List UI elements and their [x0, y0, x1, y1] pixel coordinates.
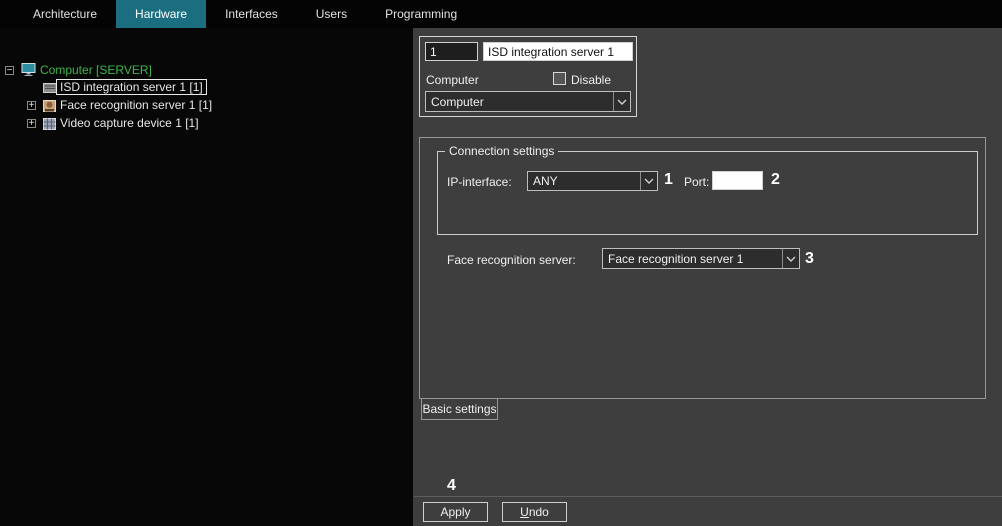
port-label: Port:: [684, 175, 709, 189]
ip-interface-label: IP-interface:: [447, 175, 512, 189]
tab-basic-settings[interactable]: Basic settings: [421, 398, 498, 420]
tab-architecture[interactable]: Architecture: [14, 0, 116, 28]
tree-expander-face-server[interactable]: +: [27, 101, 36, 110]
annotation-3: 3: [805, 250, 814, 268]
server-icon: [43, 81, 57, 99]
tab-hardware[interactable]: Hardware: [116, 0, 206, 28]
undo-button[interactable]: Undo: [502, 502, 567, 522]
tab-programming[interactable]: Programming: [366, 0, 476, 28]
annotation-4: 4: [447, 477, 456, 495]
app-window: Architecture Hardware Interfaces Users P…: [0, 0, 1002, 526]
face-recognition-server-label: Face recognition server:: [447, 253, 576, 267]
button-bar-divider: [414, 496, 1002, 497]
computer-select-value: Computer: [426, 95, 613, 109]
connection-settings-group: [437, 151, 978, 235]
object-id-field[interactable]: [425, 42, 478, 61]
face-recognition-server-select[interactable]: Face recognition server 1: [602, 248, 800, 269]
undo-button-mnemonic: U: [520, 505, 529, 519]
tree-item-video-capture-device[interactable]: Video capture device 1 [1]: [60, 116, 199, 130]
tree-item-computer-server[interactable]: Computer [SERVER]: [40, 63, 152, 77]
tab-interfaces[interactable]: Interfaces: [206, 0, 297, 28]
disable-label: Disable: [571, 73, 611, 87]
port-field[interactable]: [712, 171, 763, 190]
top-nav: Architecture Hardware Interfaces Users P…: [0, 0, 1002, 28]
tree-expander-video-device[interactable]: +: [27, 119, 36, 128]
computer-select[interactable]: Computer: [425, 91, 631, 112]
face-recognition-server-value: Face recognition server 1: [603, 252, 782, 266]
hardware-tree-panel: − Computer [SERVER] ISD integration serv…: [0, 28, 413, 526]
ip-interface-value: ANY: [528, 174, 640, 188]
camera-icon: [43, 117, 56, 135]
tree-item-face-recognition-server[interactable]: Face recognition server 1 [1]: [60, 98, 212, 112]
face-icon: [43, 99, 56, 117]
disable-checkbox[interactable]: [553, 72, 566, 85]
annotation-2: 2: [771, 171, 780, 189]
connection-settings-legend: Connection settings: [445, 145, 558, 158]
annotation-1: 1: [664, 171, 673, 189]
chevron-down-icon: [613, 92, 630, 111]
object-name-field[interactable]: [483, 42, 633, 61]
chevron-down-icon: [782, 249, 799, 268]
chevron-down-icon: [640, 172, 657, 190]
apply-button[interactable]: Apply: [423, 502, 488, 522]
computer-label: Computer: [426, 73, 479, 87]
tree-item-isd-integration-server[interactable]: ISD integration server 1 [1]: [56, 79, 207, 95]
ip-interface-select[interactable]: ANY: [527, 171, 658, 191]
tree-expander-root[interactable]: −: [5, 66, 14, 75]
tab-users[interactable]: Users: [297, 0, 366, 28]
computer-icon: [21, 63, 37, 82]
undo-button-rest: ndo: [529, 505, 549, 519]
